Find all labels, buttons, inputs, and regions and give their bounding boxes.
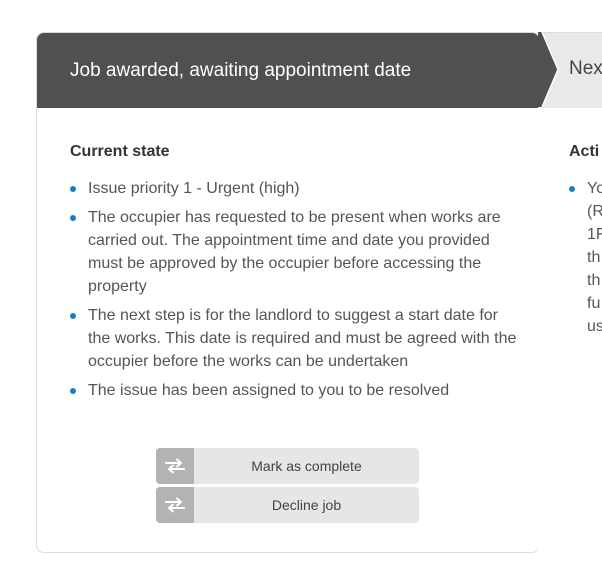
list-item-line: (R xyxy=(587,203,602,220)
next-section-title: Acti xyxy=(569,143,600,160)
bullet-dot-icon xyxy=(70,215,76,221)
list-item-line: us xyxy=(587,318,602,335)
current-state-card: Job awarded, awaiting appointment date C… xyxy=(36,32,540,553)
decline-job-button[interactable]: Decline job xyxy=(156,487,419,523)
chevron-right-icon xyxy=(538,32,559,107)
list-item: The issue has been assigned to you to be… xyxy=(70,379,520,402)
list-item-line: th xyxy=(587,249,601,266)
list-item-text: The occupier has requested to be present… xyxy=(88,209,501,295)
list-item: The next step is for the landlord to sug… xyxy=(70,304,520,373)
next-step-card: Nex Acti Yo (R 1F th th fu us xyxy=(538,32,602,553)
swap-arrows-icon xyxy=(156,487,194,523)
card-header-title: Job awarded, awaiting appointment date xyxy=(70,59,412,81)
next-step-list: Yo (R 1F th th fu us xyxy=(569,177,602,338)
mark-as-complete-button[interactable]: Mark as complete xyxy=(156,448,419,484)
current-state-list: Issue priority 1 - Urgent (high) The occ… xyxy=(70,177,520,408)
next-step-header-title: Nex xyxy=(569,58,602,79)
bullet-dot-icon xyxy=(70,186,76,192)
list-item-line: fu xyxy=(587,295,601,312)
bullet-dot-icon xyxy=(70,388,76,394)
list-item: Yo (R 1F th th fu us xyxy=(569,177,602,338)
bullet-dot-icon xyxy=(70,313,76,319)
decline-job-label: Decline job xyxy=(271,497,342,513)
swap-arrows-icon xyxy=(156,448,194,484)
bullet-dot-icon xyxy=(569,186,575,192)
list-item-text: The issue has been assigned to you to be… xyxy=(88,382,450,399)
section-title: Current state xyxy=(70,143,170,160)
list-item: The occupier has requested to be present… xyxy=(70,206,520,298)
list-item-line: 1F xyxy=(587,226,602,243)
card-header: Job awarded, awaiting appointment date xyxy=(37,33,539,108)
list-item-text: The next step is for the landlord to sug… xyxy=(88,307,517,370)
list-item-line: th xyxy=(587,272,601,289)
list-item-line: Yo xyxy=(587,180,602,197)
list-item-text: Issue priority 1 - Urgent (high) xyxy=(88,180,300,197)
mark-as-complete-label: Mark as complete xyxy=(251,458,362,474)
list-item: Issue priority 1 - Urgent (high) xyxy=(70,177,520,200)
workflow-stage: Job awarded, awaiting appointment date C… xyxy=(0,0,602,566)
